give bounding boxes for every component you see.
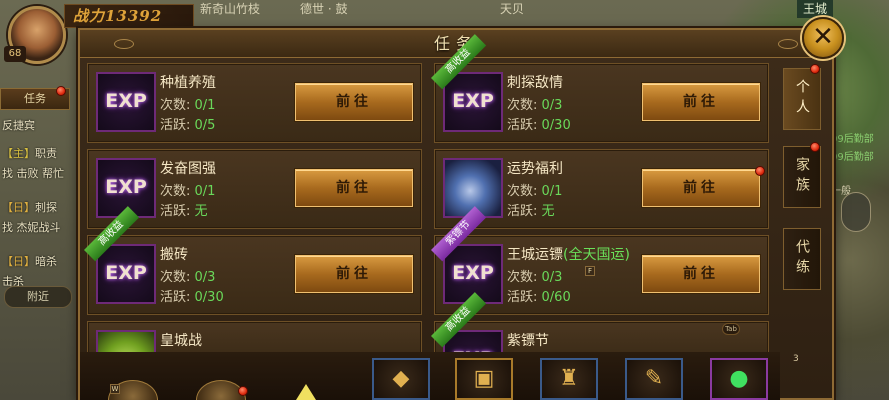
tray-slot-token[interactable]: ◆ <box>372 358 430 400</box>
task-tab-notification-dot <box>56 86 66 96</box>
exp-icon <box>96 244 156 304</box>
right-hud-text: 09后勤部 <box>831 134 874 145</box>
right-hud-text: 09后勤部 <box>831 152 874 163</box>
quest-name: 刺探敌情 <box>507 75 563 91</box>
quest-card-scout: 高收益 刺探敌情 次数: 0/3 活跃: 0/30 前往 <box>431 34 769 143</box>
quest-activity: 活跃: 无 <box>507 204 555 219</box>
chat-line: 【日】刺探 <box>2 201 57 214</box>
quest-count: 次数: 0/1 <box>160 98 216 113</box>
quest-count: 次数: 0/3 <box>507 98 563 113</box>
quest-name: 运势福利 <box>507 161 563 177</box>
skill-notification-dot <box>238 386 248 396</box>
w-key-hint: W <box>110 384 120 394</box>
go-button[interactable]: 前往 <box>295 255 413 293</box>
quest-activity: 活跃: 无 <box>160 204 208 219</box>
exp-icon <box>96 72 156 132</box>
chat-line: 找 杰妮战斗 <box>2 221 61 234</box>
tab-key-hint: Tab <box>722 323 740 335</box>
quest-count: 次数: 0/1 <box>507 184 563 199</box>
go-button[interactable]: 前往 <box>642 169 760 207</box>
top-info-right: 天贝 <box>500 2 525 16</box>
tray-slot-scroll[interactable]: ✎ <box>625 358 683 400</box>
quest-name: 种植养殖 <box>160 75 216 91</box>
quest-name: 紫镖节 <box>507 333 549 349</box>
bag-icon: ♜ <box>559 366 579 391</box>
chat-line: 反捷宾 <box>2 119 35 132</box>
tab-family-notification-dot <box>810 142 820 152</box>
f-key-hint: F <box>585 266 595 276</box>
chat-line: 【日】暗杀 <box>2 255 57 268</box>
quest-activity: 活跃: 0/60 <box>507 290 571 305</box>
city-name: 王城 <box>796 0 833 18</box>
chat-line: 【主】职责 <box>2 147 57 160</box>
page-indicator: 3 <box>793 354 799 364</box>
tab-personal[interactable]: 个人 <box>783 68 821 130</box>
tab-family[interactable]: 家族 <box>783 146 821 208</box>
quest-card-bricks: 高收益 搬砖 次数: 0/3 活跃: 0/30 前往 <box>84 206 422 315</box>
go-button[interactable]: 前往 <box>642 255 760 293</box>
combat-power: 战力13392 <box>64 4 194 28</box>
tab-boosting[interactable]: 代练 <box>783 228 821 290</box>
top-info-mid: 德世 · 鼓 <box>300 2 348 16</box>
chest-icon: ▣ <box>473 366 495 391</box>
microphone-icon[interactable] <box>841 192 871 232</box>
chat-line: 找 击败 帮忙 <box>2 167 64 180</box>
tray-slot-bag[interactable]: ♜ <box>540 358 598 400</box>
quest-activity: 活跃: 0/30 <box>160 290 224 305</box>
go-button[interactable]: 前往 <box>642 83 760 121</box>
quest-count: 次数: 0/3 <box>160 270 216 285</box>
go-button[interactable]: 前往 <box>295 169 413 207</box>
close-button[interactable]: ✕ <box>802 17 844 59</box>
nearby-chat-button[interactable]: 附近 <box>4 286 72 308</box>
quest-count: 次数: 0/1 <box>160 184 216 199</box>
quest-activity: 活跃: 0/30 <box>507 118 571 133</box>
quest-count: 次数: 0/3 <box>507 270 563 285</box>
tray-slot-chest[interactable]: ▣ <box>455 358 513 400</box>
quest-name: 搬砖 <box>160 247 188 263</box>
player-level-badge: 68 <box>4 46 26 62</box>
tab-personal-notification-dot <box>810 64 820 74</box>
scroll-icon: ✎ <box>644 366 664 391</box>
quest-activity: 活跃: 0/5 <box>160 118 216 133</box>
exp-icon <box>443 72 503 132</box>
arrow-up-icon <box>296 384 316 400</box>
tray-slot-gem[interactable]: ● <box>710 358 768 400</box>
quest-name: 皇城战 <box>160 333 202 349</box>
quest-name: 王城运镖(全天国运) <box>507 247 630 263</box>
top-info-left: 新奇山竹枝 <box>200 2 261 16</box>
gem-icon: ● <box>729 366 749 391</box>
token-icon: ◆ <box>392 366 410 391</box>
quest-notification-dot <box>755 166 765 176</box>
quest-card-farming: 种植养殖 次数: 0/1 活跃: 0/5 前往 <box>87 63 422 143</box>
quest-name: 发奋图强 <box>160 161 216 177</box>
go-button[interactable]: 前往 <box>295 83 413 121</box>
